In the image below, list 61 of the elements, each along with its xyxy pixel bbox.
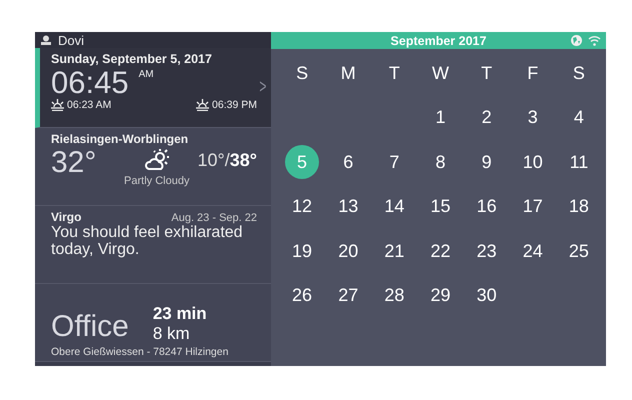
day-cell[interactable]: 23 (470, 234, 504, 268)
sunset-icon (196, 99, 210, 111)
day-cell[interactable]: 4 (562, 100, 596, 135)
wifi-icon (588, 35, 601, 46)
sunrise-icon (51, 99, 64, 111)
day-cell[interactable]: 20 (331, 234, 366, 268)
horoscope-text: You should feel exhilarated today, Virgo. (51, 224, 244, 258)
day-cell[interactable]: 10 (516, 145, 550, 180)
day-cell[interactable]: 22 (423, 234, 458, 268)
sign-dates: Aug. 23 - Sep. 22 (171, 212, 257, 224)
day-cell[interactable]: 13 (331, 190, 366, 224)
day-cell[interactable]: 1 (423, 100, 458, 135)
day-cell[interactable]: 24 (516, 234, 550, 268)
month-title: September 2017 (390, 34, 486, 48)
weekday-label: S (295, 62, 310, 85)
day-cell[interactable]: 2 (470, 100, 504, 135)
weekday-label: F (526, 62, 540, 85)
day-cell[interactable]: 8 (423, 145, 458, 180)
temperature-text: 32° (51, 146, 98, 180)
day-cell[interactable]: 25 (562, 234, 596, 268)
weekday-label: M (340, 62, 357, 85)
user-name: Dovi (58, 32, 84, 48)
user-icon (41, 35, 51, 45)
destination-text: Office (51, 310, 129, 344)
distance-text: 8 km (152, 324, 191, 344)
next-button[interactable]: > (260, 76, 267, 99)
day-cell[interactable]: 19 (285, 234, 320, 268)
temperature-range: 10°/38° (198, 150, 257, 171)
day-cell[interactable]: 30 (470, 278, 504, 313)
sign-name: Virgo (51, 210, 82, 224)
day-cell[interactable]: 21 (377, 234, 412, 268)
globe-icon (571, 35, 582, 46)
sunrise-time: 06:23 AM (67, 99, 112, 111)
weekday-label: W (430, 62, 450, 85)
day-cell[interactable]: 15 (423, 190, 458, 224)
day-cell[interactable]: 9 (470, 145, 504, 180)
address-text: Obere Gießwiessen - 78247 Hilzingen (51, 346, 230, 358)
duration-text: 23 min (152, 304, 207, 324)
time-text: 06:45 (51, 66, 129, 99)
weekday-label: S (572, 62, 586, 85)
day-cell[interactable]: 7 (377, 145, 412, 180)
date-text: Sunday, September 5, 2017 (51, 52, 213, 66)
day-cell[interactable]: 11 (562, 145, 596, 180)
location-text: Rielasingen-Worblingen (51, 132, 190, 146)
day-cell[interactable]: 3 (516, 100, 550, 135)
day-cell[interactable]: 12 (285, 190, 320, 224)
day-cell[interactable]: 17 (516, 190, 550, 224)
day-cell[interactable]: 26 (285, 278, 320, 313)
cloud-sun-icon (144, 149, 170, 171)
day-cell[interactable]: 29 (423, 278, 458, 313)
day-cell[interactable]: 18 (562, 190, 596, 224)
day-cell[interactable]: 14 (377, 190, 412, 224)
day-cell[interactable]: 6 (331, 145, 366, 180)
sunset-time: 06:39 PM (212, 99, 257, 111)
meridiem-text: AM (138, 69, 154, 80)
weekday-label: T (480, 62, 494, 85)
day-cell[interactable]: 27 (331, 278, 366, 313)
condition-text: Partly Cloudy (124, 175, 190, 187)
day-cell[interactable]: 28 (377, 278, 412, 313)
day-cell[interactable]: 16 (470, 190, 504, 224)
weekday-label: T (388, 62, 401, 85)
